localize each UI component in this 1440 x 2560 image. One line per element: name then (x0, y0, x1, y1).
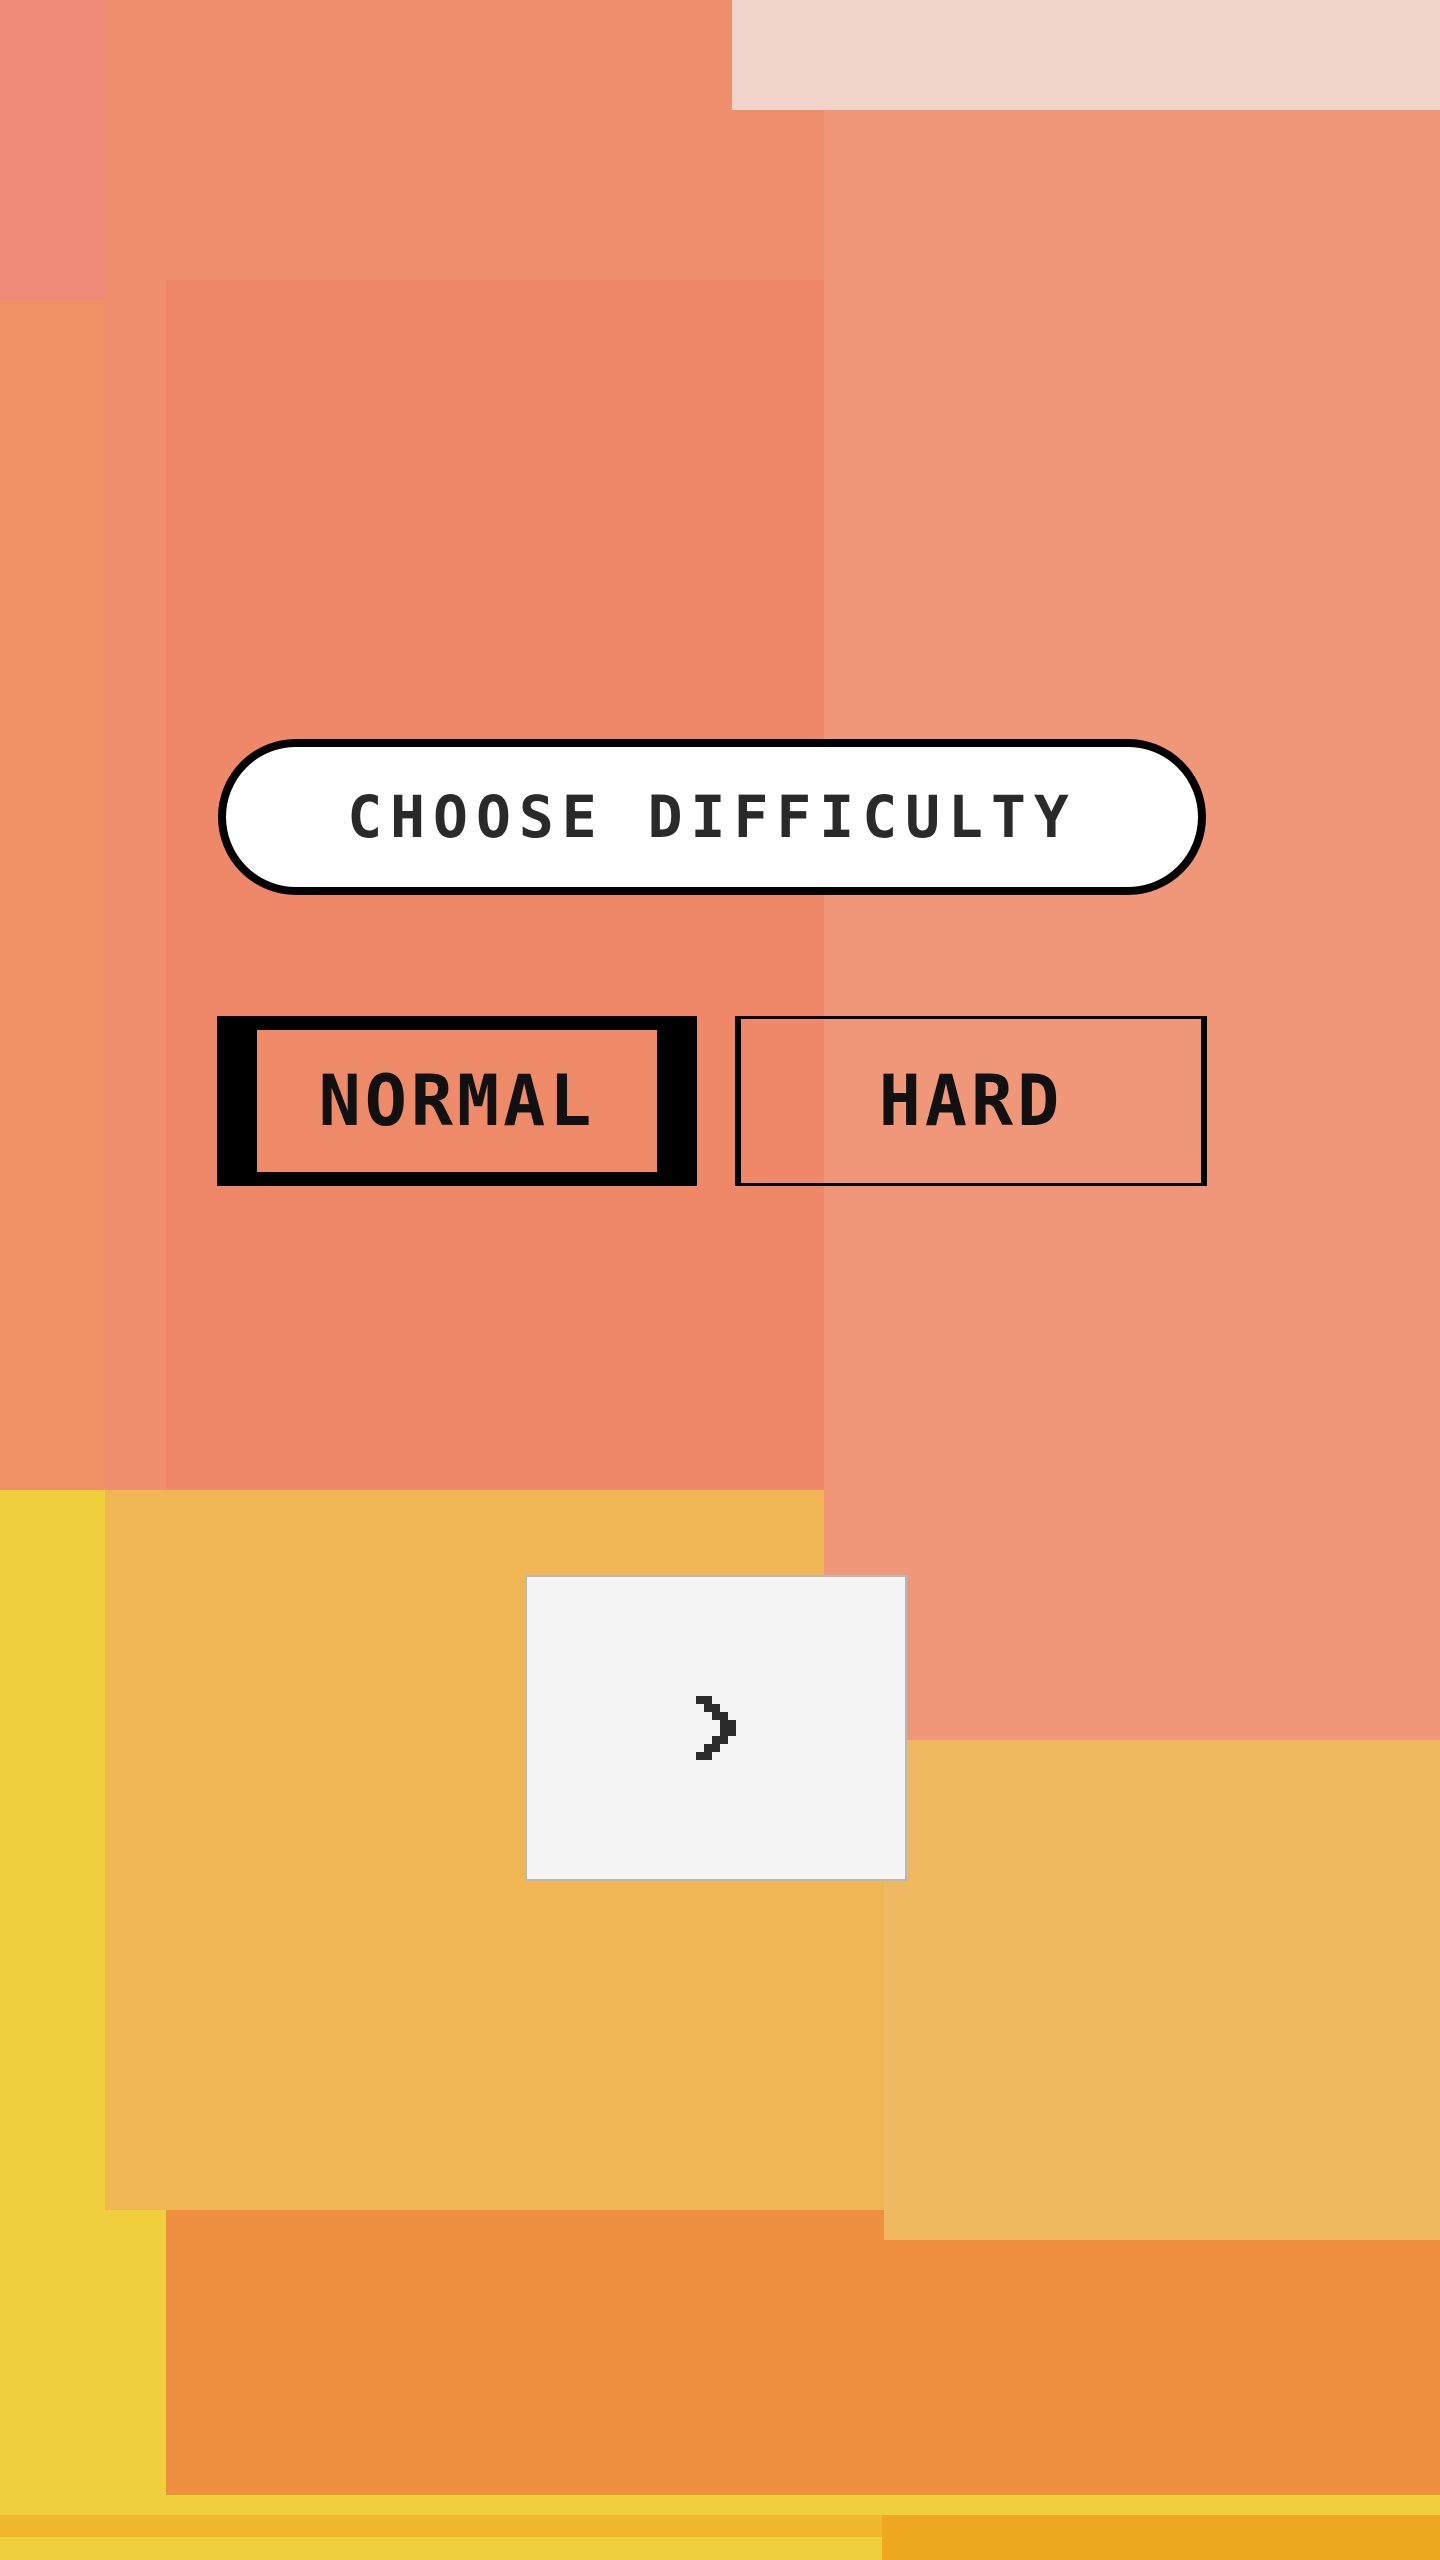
difficulty-title: CHOOSE DIFFICULTY (347, 783, 1077, 851)
chevron-right-icon (696, 1696, 736, 1760)
difficulty-title-banner: CHOOSE DIFFICULTY (218, 739, 1206, 895)
next-button[interactable] (525, 1575, 907, 1881)
bg-block-salmon-right (824, 110, 1440, 1740)
normal-label: NORMAL (318, 1060, 596, 1142)
bg-block-bottom-right (882, 2515, 1440, 2560)
bg-block-pale-top (732, 0, 1440, 110)
hard-difficulty-button[interactable]: HARD (735, 1016, 1207, 1186)
hard-label: HARD (878, 1060, 1064, 1142)
bg-block-pink-corner (0, 0, 105, 300)
normal-difficulty-button[interactable]: NORMAL (217, 1016, 697, 1186)
bg-block-golden-right (884, 1740, 1440, 2240)
normal-button-face: NORMAL (257, 1030, 657, 1172)
